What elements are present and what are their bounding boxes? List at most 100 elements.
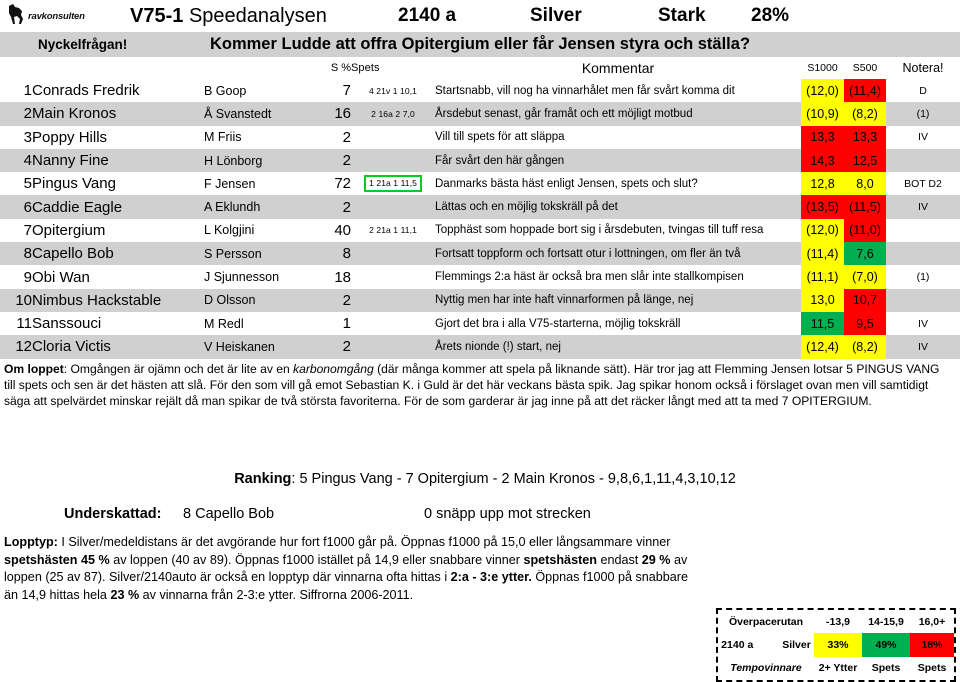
- table-row[interactable]: 5 Pingus Vang F Jensen 72 1 21a 1 11,5 Danmar…: [0, 172, 960, 196]
- cell-s1000: (12,0): [801, 218, 844, 243]
- cell-spets_pct: 2: [342, 291, 351, 309]
- cell-s1000: (11,4): [801, 242, 844, 266]
- cell-horse: Nanny Fine: [32, 152, 109, 170]
- cell-s500: (11,5): [844, 195, 886, 219]
- cell-s500: 7,6: [844, 242, 886, 266]
- cell-driver: B Goop: [204, 83, 247, 98]
- cell-s1000: 11,5: [801, 311, 844, 336]
- cell-spets_pct: 2: [342, 338, 351, 356]
- lopptyp-t3: endast: [596, 552, 642, 567]
- cell-note: IV: [918, 201, 928, 214]
- cell-comment: Topphäst som hoppade bort sig i årsdebut…: [435, 224, 764, 237]
- cell-s1000: 13,0: [801, 288, 844, 312]
- cell-num: 10: [15, 291, 32, 309]
- col-note: Notera!: [902, 61, 944, 75]
- table-row[interactable]: 12 Cloria Victis V Heiskanen 2 Årets nionde …: [0, 335, 960, 359]
- cell-s500: 10,7: [844, 288, 886, 312]
- cell-num: 6: [23, 198, 32, 216]
- cell-horse: Nimbus Hackstable: [32, 291, 162, 309]
- cell-s1000: 12,8: [801, 172, 844, 196]
- ranking-block: Ranking: 5 Pingus Vang - 7 Opitergium - …: [0, 471, 960, 526]
- cell-num: 11: [16, 315, 32, 333]
- cell-spets_pct: 8: [342, 245, 351, 263]
- table-row[interactable]: 10 Nimbus Hackstable D Olsson 2 Nyttig men h…: [0, 288, 960, 312]
- cell-note: BOT D2: [904, 177, 942, 190]
- cell-horse: Caddie Eagle: [32, 198, 123, 216]
- table-body: 1 Conrads Fredrik B Goop 7 4 21v 1 10,1 Start…: [0, 79, 960, 359]
- cell-spets: [351, 289, 435, 312]
- cell-note: IV: [918, 340, 928, 353]
- cell-s500: (8,2): [844, 335, 886, 359]
- cell-spets: [351, 149, 435, 172]
- cell-s500: (11,4): [844, 79, 886, 103]
- col-spets-pct: S %: [330, 62, 351, 74]
- underestimated-snapp: 0 snäpp upp mot strecken: [424, 506, 591, 523]
- col-horse: [32, 57, 204, 79]
- overpace-pct-1: 33%: [814, 633, 862, 657]
- table-row[interactable]: 2 Main Kronos Å Svanstedt 16 2 16a 2 7,0 Årsd…: [0, 102, 960, 126]
- table-header-row: S % Spets Kommentar S1000 S500 Notera!: [0, 57, 960, 79]
- overpace-range-3: 16,0+: [918, 615, 946, 628]
- cell-spets: [351, 335, 435, 358]
- om-loppet-part1: : Omgången är ojämn och det är lite av e…: [63, 361, 294, 376]
- cell-driver: Å Svanstedt: [204, 106, 272, 121]
- underestimated-line: Underskattad: 8 Capello Bob 0 snäpp upp …: [0, 506, 960, 526]
- race-id: V75-1: [130, 4, 184, 27]
- table-row[interactable]: 9 Obi Wan J Sjunnesson 18 Flemmings 2:a häst…: [0, 265, 960, 289]
- cell-spets_pct: 2: [342, 198, 351, 216]
- horses-table: S % Spets Kommentar S1000 S500 Notera! 1…: [0, 57, 960, 359]
- cell-spets: [351, 242, 435, 265]
- om-loppet-label: Om loppet: [4, 361, 64, 376]
- table-row[interactable]: 1 Conrads Fredrik B Goop 7 4 21v 1 10,1 Start…: [0, 79, 960, 103]
- table-row[interactable]: 3 Poppy Hills M Friis 2 Vill till spets för …: [0, 125, 960, 149]
- cell-horse: Conrads Fredrik: [32, 82, 140, 100]
- race-tempo: Stark: [658, 5, 706, 26]
- cell-horse: Capello Bob: [32, 245, 114, 263]
- cell-num: 2: [23, 105, 32, 123]
- table-row[interactable]: 4 Nanny Fine H Lönborg 2 Får svårt den här g…: [0, 148, 960, 173]
- table-row[interactable]: 8 Capello Bob S Persson 8 Fortsatt toppform …: [0, 242, 960, 266]
- cell-comment: Vill till spets för att släppa: [435, 131, 565, 144]
- table-row[interactable]: 11 Sanssouci M Redl 1 Gjort det bra i alla V…: [0, 311, 960, 336]
- cell-spets: 1 21a 1 11,5: [351, 172, 435, 195]
- lopptyp-t1: I Silver/medeldistans är det avgörande h…: [57, 535, 671, 550]
- race-type-paragraph: Lopptyp: I Silver/medeldistans är det av…: [0, 534, 708, 604]
- cell-spets: 2 21a 1 11,1: [369, 225, 417, 236]
- cell-comment: Nyttig men har inte haft vinnarformen på…: [435, 294, 694, 307]
- cell-spets_pct: 16: [334, 105, 351, 123]
- cell-horse: Poppy Hills: [32, 128, 108, 146]
- cell-spets: 2 16a 2 7,0: [371, 108, 415, 119]
- overpace-legend-box: Överpacerutan -13,9 14-15,9 16,0+ 2140 a…: [716, 608, 956, 682]
- cell-s1000: (12,0): [801, 79, 844, 103]
- cell-horse: Cloria Victis: [32, 338, 111, 356]
- cell-driver: S Persson: [204, 246, 262, 261]
- key-question-bar: Nyckelfrågan! Kommer Ludde att offra Opi…: [0, 32, 960, 57]
- table-row[interactable]: 6 Caddie Eagle A Eklundh 2 Lättas och en möj…: [0, 195, 960, 219]
- lopptyp-t6: av vinnarna från 2-3:e ytter. Siffrorna …: [139, 587, 414, 602]
- ranking-label: Ranking: [234, 471, 292, 488]
- cell-num: 7: [23, 221, 32, 239]
- cell-note: (1): [916, 271, 930, 284]
- cell-comment: Årets nionde (!) start, nej: [435, 340, 561, 353]
- cell-horse: Pingus Vang: [32, 175, 116, 193]
- overpace-ranges-row: Överpacerutan -13,9 14-15,9 16,0+: [718, 610, 954, 633]
- cell-note: [886, 289, 960, 312]
- overpace-footer-row: Tempovinnare 2+ Ytter Spets Spets: [718, 657, 954, 680]
- cell-driver: D Olsson: [204, 293, 256, 308]
- cell-note: IV: [918, 317, 928, 330]
- cell-s500: 12,5: [844, 148, 886, 173]
- cell-horse: Opitergium: [32, 221, 106, 239]
- cell-num: 5: [23, 175, 32, 193]
- lopptyp-t2: av loppen (40 av 89). Öppnas f1000 istäl…: [109, 552, 524, 567]
- cell-s1000: 14,3: [801, 148, 844, 173]
- cell-s1000: (11,1): [801, 265, 844, 289]
- cell-note: (1): [916, 107, 930, 120]
- table-row[interactable]: 7 Opitergium L Kolgjini 40 2 21a 1 11,1 Topph…: [0, 218, 960, 243]
- lopptyp-b3: 29 %: [641, 552, 671, 567]
- cell-comment: Fortsatt toppform och fortsatt otur i lo…: [435, 247, 741, 260]
- cell-comment: Gjort det bra i alla V75-starterna, möjl…: [435, 317, 681, 330]
- col-number: [0, 57, 32, 79]
- cell-spets: [351, 265, 435, 288]
- cell-num: 8: [23, 245, 32, 263]
- cell-driver: V Heiskanen: [204, 339, 275, 354]
